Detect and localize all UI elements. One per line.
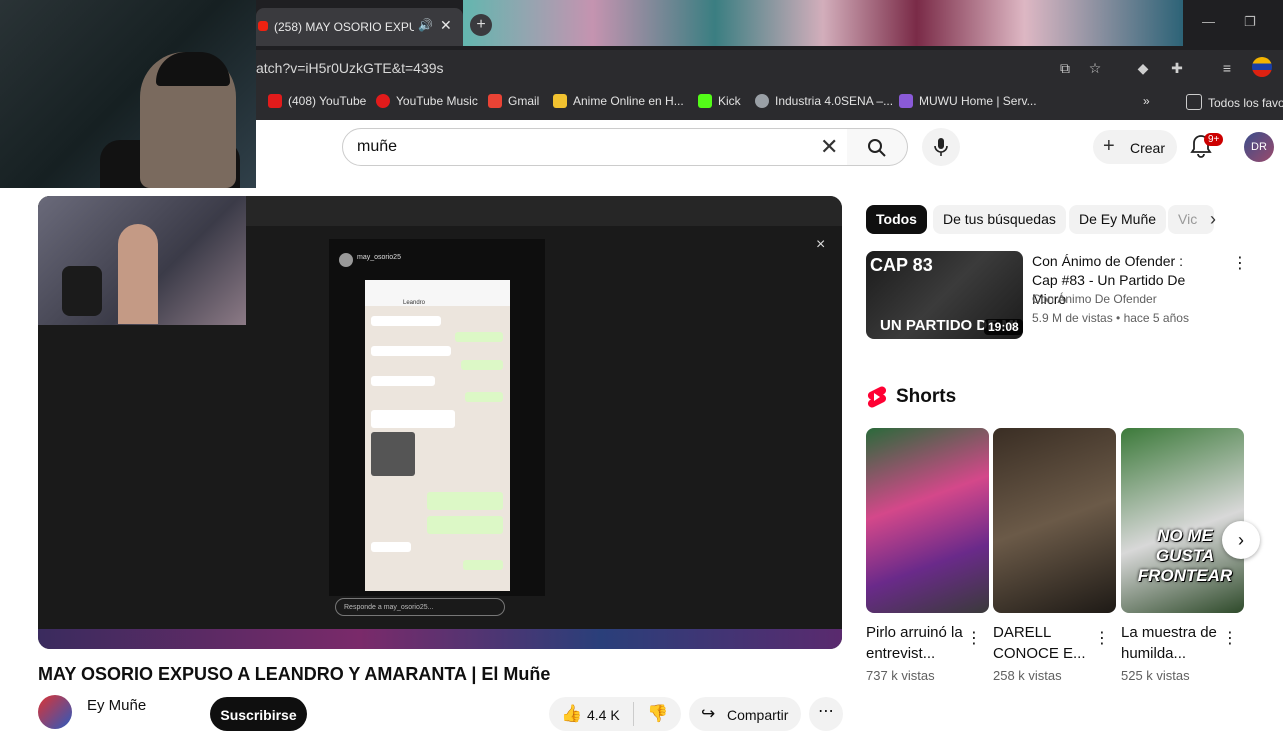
video-title: MAY OSORIO EXPUSO A LEANDRO Y AMARANTA |… [38, 664, 551, 684]
install-app-icon[interactable]: ⧉ [1054, 57, 1076, 79]
extension-icon[interactable]: ◆ [1132, 57, 1154, 79]
profile-flag-icon[interactable] [1252, 57, 1272, 77]
anime-site-icon [553, 94, 567, 108]
folder-icon [1186, 94, 1202, 110]
video-player[interactable]: may_osorio25 Leandro Responde a may_osor… [38, 196, 842, 649]
chevron-right-icon[interactable]: › [1210, 209, 1216, 230]
dislike-icon[interactable]: 👎 [647, 704, 668, 724]
like-count: 4.4 K [587, 707, 620, 723]
bookmark-gmail[interactable]: Gmail [488, 94, 539, 108]
short-title-3[interactable]: La muestra de humilda... [1121, 622, 1221, 664]
kick-icon [698, 94, 712, 108]
create-label: Crear [1130, 140, 1166, 156]
share-button[interactable]: ↪ Compartir [689, 697, 801, 731]
short-views-2: 258 k vistas [993, 668, 1062, 683]
search-query-text: muñe [357, 138, 398, 155]
maximize-button[interactable]: ❐ [1244, 14, 1256, 30]
search-button[interactable] [847, 128, 908, 166]
share-icon: ↪ [701, 704, 716, 723]
chat-image [371, 432, 415, 476]
bookmark-muwu[interactable]: MUWU Home | Serv... [899, 94, 1037, 108]
recommended-channel[interactable]: Con Ánimo De Ofender [1032, 292, 1157, 306]
browser-theme-artwork [463, 0, 1183, 46]
create-button[interactable]: + Crear [1093, 130, 1177, 164]
embedded-taskbar [38, 629, 842, 649]
speaker-icon[interactable]: 🔊 [418, 18, 433, 32]
bookmark-youtube[interactable]: (408) YouTube [268, 94, 366, 108]
extensions-puzzle-icon[interactable]: ✚ [1166, 57, 1188, 79]
chip-partial[interactable]: Vic [1168, 205, 1214, 234]
channel-avatar[interactable] [38, 695, 72, 729]
bookmarks-overflow-button[interactable]: » [1143, 94, 1150, 108]
user-avatar[interactable]: DR [1244, 132, 1274, 162]
bookmark-youtube-music[interactable]: YouTube Music [376, 94, 478, 108]
tab-title: (258) MAY OSORIO EXPUSO [274, 20, 414, 34]
shorts-logo-icon [867, 386, 886, 408]
minimize-button[interactable]: — [1202, 14, 1215, 29]
globe-icon [755, 94, 769, 108]
recommended-meta: 5.9 M de vistas • hace 5 años [1032, 311, 1189, 325]
voice-search-button[interactable] [922, 128, 960, 166]
like-icon[interactable]: 👍 [561, 704, 582, 724]
short-title-2[interactable]: DARELL CONOCE E... [993, 622, 1093, 664]
more-actions-button[interactable]: ⋯ [809, 697, 843, 731]
subscribe-button[interactable]: Suscribirse [210, 697, 307, 731]
short-views-3: 525 k vistas [1121, 668, 1190, 683]
youtube-favicon-icon [258, 21, 268, 31]
short-thumbnail-3[interactable]: NO ME GUSTA FRONTEAR [1121, 428, 1244, 613]
notifications-badge: 9+ [1204, 133, 1224, 146]
reading-list-icon[interactable]: ≡ [1216, 57, 1238, 79]
url-text[interactable]: atch?v=iH5r0UzkGTE&t=439s [256, 60, 444, 76]
search-input[interactable] [342, 128, 848, 166]
muwu-icon [899, 94, 913, 108]
chip-de-tus-busquedas[interactable]: De tus búsquedas [933, 205, 1066, 234]
microphone-icon [934, 138, 948, 156]
tab-close-icon[interactable]: ✕ [440, 17, 452, 34]
shorts-heading: Shorts [896, 386, 957, 407]
search-icon [868, 139, 886, 157]
story-avatar [339, 253, 353, 267]
plus-icon: + [1103, 135, 1115, 157]
gmail-icon [488, 94, 502, 108]
bookmark-star-icon[interactable]: ☆ [1084, 57, 1106, 79]
chip-todos[interactable]: Todos [866, 205, 927, 234]
video-duration: 19:08 [984, 319, 1023, 335]
bookmark-kick[interactable]: Kick [698, 94, 741, 108]
embedded-webcam [38, 196, 246, 325]
new-tab-button[interactable]: + [470, 14, 492, 36]
clear-search-icon[interactable]: ✕ [820, 134, 838, 160]
chat-screenshot: Leandro [365, 280, 510, 591]
chat-contact-name: Leandro [403, 300, 426, 306]
thumbnail-cap-text: CAP 83 [870, 255, 933, 275]
bookmark-anime[interactable]: Anime Online en H... [553, 94, 684, 108]
kebab-menu-icon[interactable]: ⋮ [1094, 628, 1110, 648]
like-dislike-group: 👍 4.4 K 👎 [549, 697, 681, 731]
window-controls: — ❐ [1186, 0, 1283, 46]
kebab-menu-icon[interactable]: ⋮ [1222, 628, 1238, 648]
youtube-music-icon [376, 94, 390, 108]
all-bookmarks-folder[interactable]: Todos los favor [1186, 94, 1283, 110]
short-thumbnail-2[interactable] [993, 428, 1116, 613]
story-close-icon: × [816, 236, 826, 253]
bookmark-industria[interactable]: Industria 4.0SENA –... [755, 94, 893, 108]
youtube-icon [268, 94, 282, 108]
short-thumbnail-1[interactable] [866, 428, 989, 613]
kebab-menu-icon[interactable]: ⋮ [966, 628, 982, 648]
kebab-menu-icon[interactable]: ⋮ [1232, 253, 1248, 273]
short-views-1: 737 k vistas [866, 668, 935, 683]
chip-de-ey-mune[interactable]: De Ey Muñe [1069, 205, 1167, 234]
story-user: may_osorio25 [357, 254, 401, 261]
share-label: Compartir [727, 707, 789, 723]
shorts-next-button[interactable]: › [1222, 521, 1260, 559]
story-reply-input: Responde a may_osorio25... [335, 598, 505, 616]
short-title-1[interactable]: Pirlo arruinó la entrevist... [866, 622, 966, 664]
channel-name[interactable]: Ey Muñe [87, 697, 146, 714]
streamer-webcam [0, 0, 256, 188]
browser-tab-active[interactable]: (258) MAY OSORIO EXPUSO 🔊 ✕ [256, 8, 463, 46]
